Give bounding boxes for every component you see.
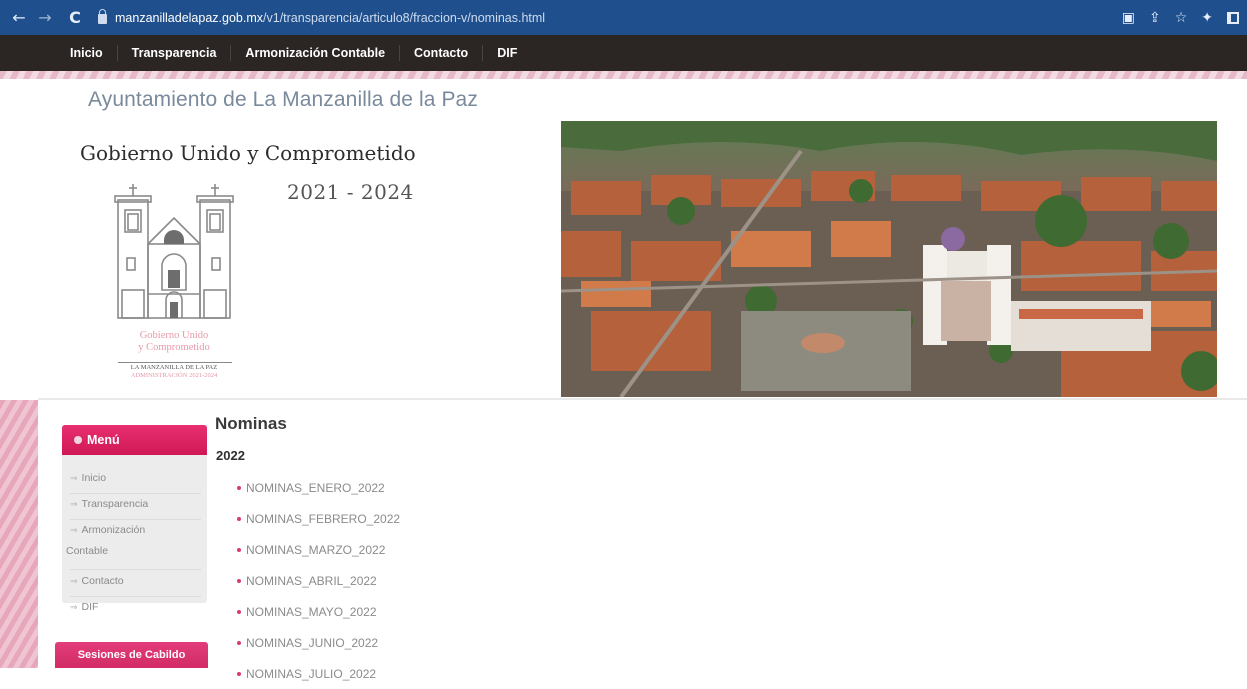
- nav-item-transparencia[interactable]: Transparencia: [118, 45, 232, 61]
- administration-period: 2021 - 2024: [287, 180, 414, 204]
- bullet-icon: [237, 516, 241, 521]
- logo-divider: [118, 362, 232, 363]
- page-title: Nominas: [215, 414, 287, 433]
- church-logo-icon: [114, 184, 234, 319]
- sidebar-item-label: Armonización: [81, 524, 146, 536]
- list-item[interactable]: NOMINAS_JULIO_2022: [237, 658, 400, 689]
- sidebar-item-transparencia[interactable]: ⇒ Transparencia: [70, 498, 201, 520]
- nav-item-dif[interactable]: DIF: [483, 45, 531, 61]
- nav-item-inicio[interactable]: Inicio: [56, 45, 118, 61]
- list-item[interactable]: NOMINAS_JUNIO_2022: [237, 627, 400, 658]
- decorative-stripe: [0, 71, 1247, 79]
- arrow-icon: ⇒: [70, 473, 78, 483]
- menu-bullet-icon: [74, 436, 82, 444]
- menu-header: Menú: [62, 425, 207, 455]
- sidebar-menu: Menú ⇒ Inicio ⇒ Transparencia ⇒ Armonizació…: [62, 425, 207, 603]
- extensions-icon[interactable]: ✦: [1201, 10, 1213, 26]
- arrow-icon: ⇒: [70, 525, 78, 535]
- sidebar-item-inicio[interactable]: ⇒ Inicio: [70, 472, 201, 494]
- logo-caption-line2: y Comprometido: [138, 342, 210, 353]
- list-item[interactable]: NOMINAS_MAYO_2022: [237, 596, 400, 627]
- document-link[interactable]: NOMINAS_FEBRERO_2022: [246, 505, 400, 533]
- bullet-icon: [237, 547, 241, 552]
- nav-item-armonizacion[interactable]: Armonización Contable: [231, 45, 401, 61]
- sidebar-item-armonizacion[interactable]: ⇒ Armonización Contable: [66, 524, 201, 570]
- sidebar-item-label: Transparencia: [81, 498, 149, 510]
- reload-icon[interactable]: C: [64, 8, 86, 27]
- browser-toolbar: ← → C manzanilladelapaz.gob.mx /v1/trans…: [0, 0, 1247, 35]
- lock-icon[interactable]: [98, 9, 107, 24]
- slogan: Gobierno Unido y Comprometido: [80, 141, 416, 165]
- menu-title: Menú: [87, 433, 120, 447]
- decorative-side-pattern: [0, 400, 38, 668]
- logo-subcaption-line1: LA MANZANILLA DE LA PAZ: [130, 364, 218, 371]
- list-item[interactable]: NOMINAS_FEBRERO_2022: [237, 503, 400, 534]
- forward-arrow-icon[interactable]: →: [34, 8, 56, 27]
- bullet-icon: [237, 640, 241, 645]
- sidebar-item-contacto[interactable]: ⇒ Contacto: [70, 575, 201, 597]
- content-divider: [38, 398, 1247, 400]
- year-heading: 2022: [216, 448, 245, 463]
- bullet-icon: [237, 671, 241, 676]
- sidepanel-icon[interactable]: [1227, 11, 1239, 24]
- star-icon[interactable]: ☆: [1175, 10, 1188, 26]
- url-host: manzanilladelapaz.gob.mx: [115, 10, 264, 25]
- arrow-icon: ⇒: [70, 576, 78, 586]
- back-arrow-icon[interactable]: ←: [8, 8, 30, 27]
- document-link[interactable]: NOMINAS_MARZO_2022: [246, 536, 385, 564]
- sidebar-item-label: DIF: [81, 601, 99, 613]
- arrow-icon: ⇒: [70, 602, 78, 612]
- translate-icon[interactable]: ▣: [1122, 10, 1135, 26]
- document-link[interactable]: NOMINAS_JUNIO_2022: [246, 629, 378, 657]
- document-link[interactable]: NOMINAS_ENERO_2022: [246, 474, 385, 502]
- address-bar[interactable]: manzanilladelapaz.gob.mx /v1/transparenc…: [98, 9, 546, 25]
- url-path: /v1/transparencia/articulo8/fraccion-v/n…: [263, 10, 546, 25]
- site-title: Ayuntamiento de La Manzanilla de la Paz: [88, 88, 478, 111]
- logo-caption-line1: Gobierno Unido: [139, 330, 209, 341]
- sidebar-item-label: Inicio: [81, 472, 107, 484]
- bullet-icon: [237, 609, 241, 614]
- list-item[interactable]: NOMINAS_MARZO_2022: [237, 534, 400, 565]
- logo-caption: Gobierno Unido y Comprometido: [112, 330, 236, 354]
- bullet-icon: [237, 485, 241, 490]
- list-item[interactable]: NOMINAS_ENERO_2022: [237, 472, 400, 503]
- sesiones-cabildo-button[interactable]: Sesiones de Cabildo: [55, 642, 208, 668]
- document-link[interactable]: NOMINAS_JULIO_2022: [246, 660, 376, 688]
- site-navbar: Inicio Transparencia Armonización Contab…: [0, 35, 1247, 71]
- bullet-icon: [237, 578, 241, 583]
- logo-subcaption: LA MANZANILLA DE LA PAZ ADMINISTRACIÓN 2…: [112, 364, 236, 380]
- document-list: NOMINAS_ENERO_2022 NOMINAS_FEBRERO_2022 …: [237, 472, 400, 689]
- document-link[interactable]: NOMINAS_ABRIL_2022: [246, 567, 377, 595]
- sidebar-item-label: Contacto: [81, 575, 124, 587]
- list-item[interactable]: NOMINAS_ABRIL_2022: [237, 565, 400, 596]
- nav-item-contacto[interactable]: Contacto: [400, 45, 484, 61]
- town-aerial-photo: [561, 121, 1217, 397]
- sidebar-item-dif[interactable]: ⇒ DIF: [70, 601, 201, 621]
- document-link[interactable]: NOMINAS_MAYO_2022: [246, 598, 377, 626]
- sidebar-item-label-cont: Contable: [66, 545, 109, 557]
- logo-subcaption-line2: ADMINISTRACIÓN 2021-2024: [130, 372, 218, 379]
- share-icon[interactable]: ⇪: [1149, 10, 1161, 26]
- arrow-icon: ⇒: [70, 499, 78, 509]
